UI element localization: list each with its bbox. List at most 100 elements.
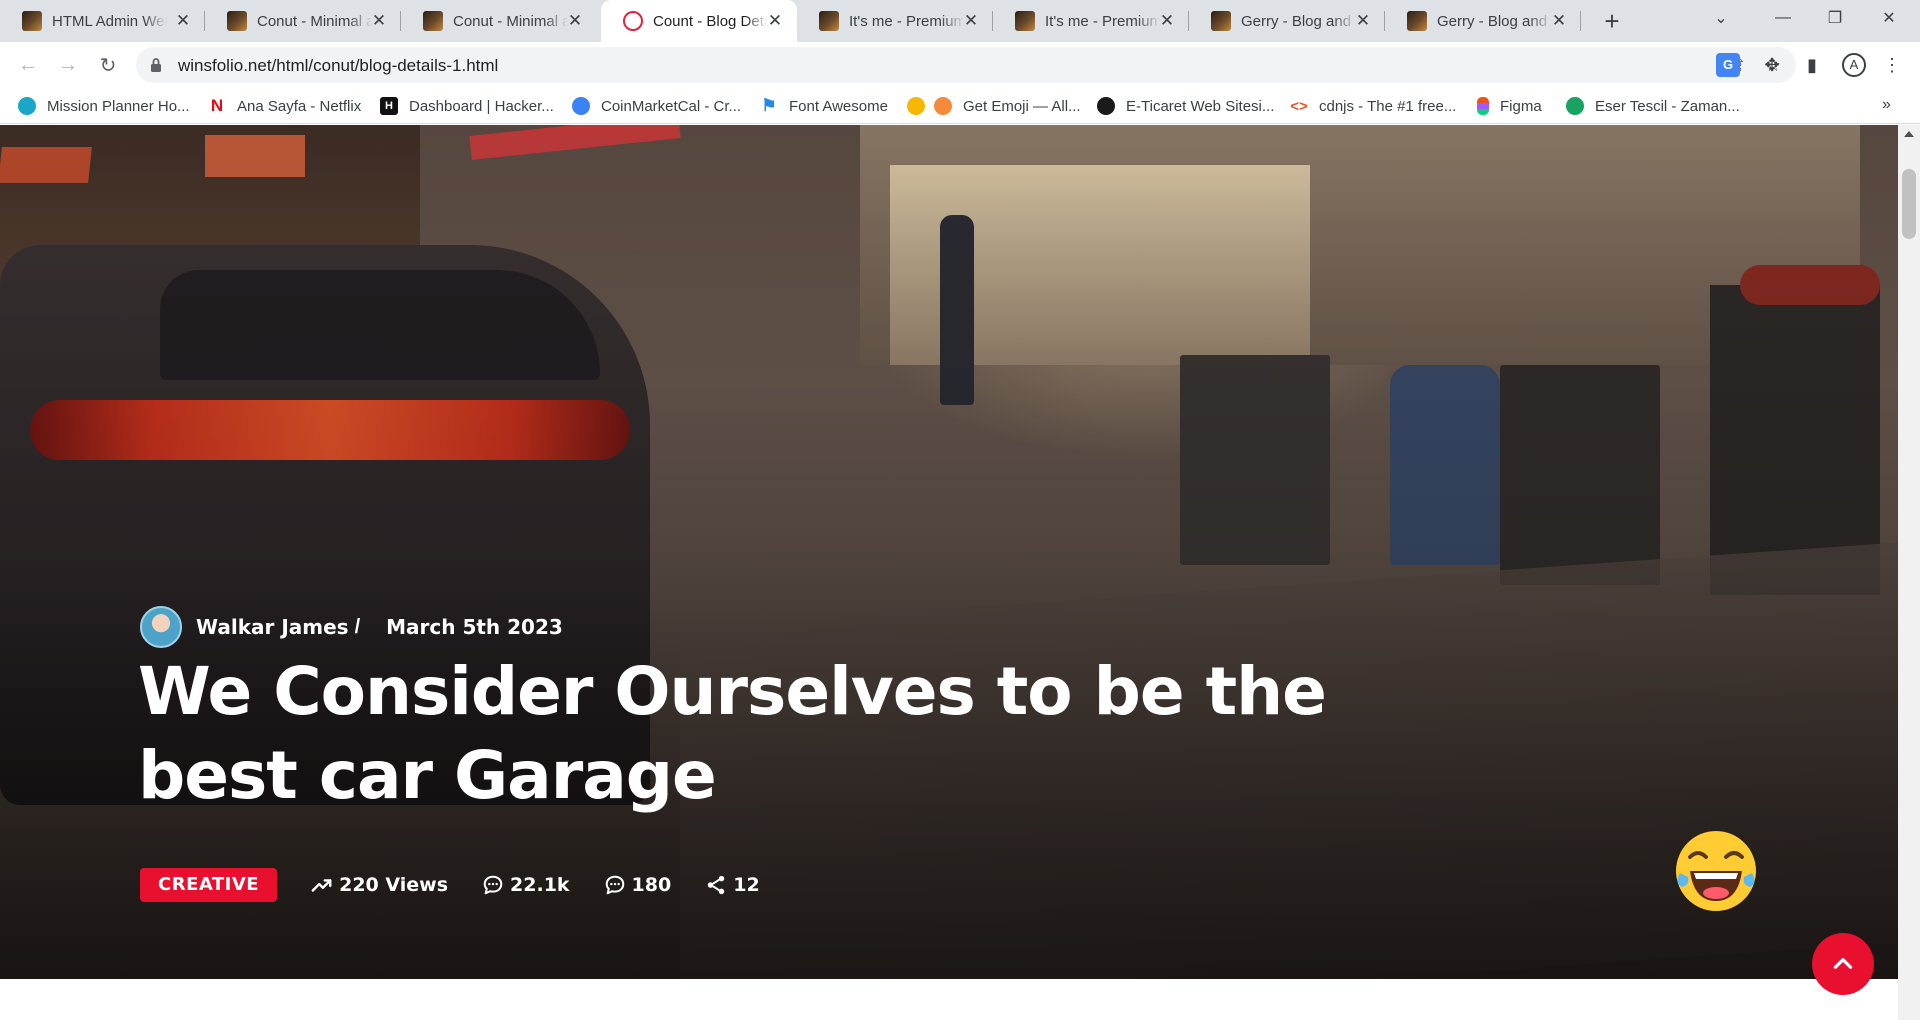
side-panel-icon[interactable]: ▮ bbox=[1800, 53, 1824, 77]
bookmark-label: Dashboard | Hacker... bbox=[409, 97, 554, 115]
comment-icon bbox=[605, 875, 624, 895]
menu-kebab-icon[interactable]: ⋮ bbox=[1880, 53, 1904, 77]
emoji-icon bbox=[934, 97, 952, 115]
reload-icon[interactable]: ↻ bbox=[92, 49, 124, 81]
code-icon: <> bbox=[1290, 97, 1308, 115]
tab-2[interactable]: Conut - Minimal and ✕ bbox=[401, 0, 597, 42]
close-icon[interactable]: ✕ bbox=[1353, 11, 1373, 31]
tab-5[interactable]: It's me - Premium ✕ bbox=[993, 0, 1189, 42]
bookmark-label: E-Ticaret Web Sitesi... bbox=[1126, 97, 1275, 115]
lock-icon[interactable] bbox=[150, 57, 162, 73]
back-icon[interactable]: ← bbox=[12, 49, 44, 81]
post-author-meta: Walkar James / March 5th 2023 bbox=[140, 606, 563, 648]
bookmarks-bar: Mission Planner Ho... N Ana Sayfa - Netf… bbox=[0, 88, 1920, 124]
tab-title: Conut - Minimal and bbox=[453, 12, 568, 30]
author-avatar[interactable] bbox=[140, 606, 182, 648]
views-stat: 220 Views bbox=[311, 874, 448, 896]
tab-title: Count - Blog Details bbox=[653, 12, 768, 30]
category-tag[interactable]: CREATIVE bbox=[140, 868, 278, 902]
forward-icon[interactable]: → bbox=[52, 49, 84, 81]
share-icon bbox=[707, 875, 725, 895]
tab-search-icon[interactable]: ⌄ bbox=[1690, 0, 1752, 36]
close-icon[interactable]: ✕ bbox=[565, 11, 585, 31]
author-separator: / bbox=[354, 615, 361, 638]
tab-6[interactable]: Gerry - Blog and P ✕ bbox=[1189, 0, 1385, 42]
shares-stat[interactable]: 12 bbox=[705, 874, 760, 896]
bookmark-hackerrank[interactable]: H Dashboard | Hacker... bbox=[380, 96, 554, 116]
scrollbar-thumb[interactable] bbox=[1902, 169, 1916, 239]
tab-favicon bbox=[1407, 11, 1427, 31]
bookmark-label: Ana Sayfa - Netflix bbox=[237, 97, 362, 115]
laughing-emoji-icon[interactable] bbox=[1672, 827, 1760, 915]
comments-stat[interactable]: 22.1k bbox=[482, 874, 570, 896]
page-viewport: Walkar James / March 5th 2023 We Conside… bbox=[0, 125, 1920, 1020]
bookmark-mission-planner[interactable]: Mission Planner Ho... bbox=[18, 96, 190, 116]
tab-title: It's me - Premium bbox=[1045, 12, 1160, 30]
hackerrank-icon: H bbox=[380, 97, 398, 115]
browser-toolbar: ← → ↻ winsfolio.net/html/conut/blog-deta… bbox=[0, 42, 1920, 88]
figma-icon bbox=[1477, 97, 1489, 115]
tab-strip: HTML Admin Website ✕ Conut - Minimal and… bbox=[0, 0, 1920, 42]
coinmarketcal-icon bbox=[572, 97, 590, 115]
emoji-icon bbox=[907, 97, 925, 115]
post-title: We Consider Ourselves to be the best car… bbox=[138, 653, 1327, 814]
new-tab-button[interactable]: + bbox=[1597, 6, 1627, 36]
tab-3-active[interactable]: Count - Blog Details ✕ bbox=[601, 0, 797, 42]
tab-title: It's me - Premium bbox=[849, 12, 964, 30]
scroll-to-top-button[interactable] bbox=[1812, 933, 1874, 995]
netflix-icon: N bbox=[210, 96, 224, 115]
tab-favicon bbox=[227, 11, 247, 31]
profile-avatar-icon[interactable]: A bbox=[1842, 53, 1866, 77]
close-icon[interactable]: ✕ bbox=[961, 11, 981, 31]
bookmark-netflix[interactable]: N Ana Sayfa - Netflix bbox=[208, 96, 361, 116]
replies-stat[interactable]: 180 bbox=[604, 874, 672, 896]
eticaret-icon bbox=[1097, 97, 1115, 115]
close-icon[interactable]: ✕ bbox=[765, 11, 785, 31]
tab-separator bbox=[1580, 11, 1581, 31]
bookmark-label: cdnjs - The #1 free... bbox=[1319, 97, 1457, 115]
bookmark-font-awesome[interactable]: ⚑ Font Awesome bbox=[760, 96, 888, 116]
close-icon[interactable]: ✕ bbox=[1549, 11, 1569, 31]
bookmark-coinmarketcal[interactable]: CoinMarketCal - Cr... bbox=[572, 96, 741, 116]
comments-count: 22.1k bbox=[510, 874, 570, 896]
replies-count: 180 bbox=[631, 874, 672, 896]
tab-1[interactable]: Conut - Minimal and ✕ bbox=[205, 0, 401, 42]
tab-favicon bbox=[423, 11, 443, 31]
bookmark-label: Mission Planner Ho... bbox=[47, 97, 190, 115]
url-text[interactable]: winsfolio.net/html/conut/blog-details-1.… bbox=[178, 56, 498, 76]
window-close-icon[interactable]: ✕ bbox=[1858, 0, 1920, 36]
extensions-icon[interactable]: ✥ bbox=[1760, 53, 1784, 77]
post-meta-row: CREATIVE 220 Views 22.1k 180 12 bbox=[140, 868, 760, 902]
close-icon[interactable]: ✕ bbox=[1157, 11, 1177, 31]
tab-favicon bbox=[1015, 11, 1035, 31]
eser-tescil-icon bbox=[1566, 97, 1584, 115]
bookmark-eticaret[interactable]: E-Ticaret Web Sitesi... bbox=[1097, 96, 1274, 116]
bookmarks-overflow-icon[interactable]: » bbox=[1882, 96, 1891, 114]
comment-icon bbox=[483, 875, 503, 895]
bookmark-label: Font Awesome bbox=[789, 97, 888, 115]
bookmark-cdnjs[interactable]: <> cdnjs - The #1 free... bbox=[1290, 96, 1456, 116]
views-count: 220 Views bbox=[339, 874, 449, 896]
author-name[interactable]: Walkar James bbox=[196, 615, 349, 639]
tab-7[interactable]: Gerry - Blog and P ✕ bbox=[1385, 0, 1581, 42]
bookmark-eser-tescil[interactable]: Eser Tescil - Zaman... bbox=[1566, 96, 1740, 116]
tab-title: HTML Admin Website bbox=[52, 12, 167, 30]
close-icon[interactable]: ✕ bbox=[369, 11, 389, 31]
bookmark-get-emoji[interactable]: Get Emoji — All... bbox=[907, 96, 1081, 116]
restore-icon[interactable]: ❐ bbox=[1804, 0, 1866, 36]
translate-icon[interactable]: G bbox=[1716, 53, 1740, 77]
tab-favicon bbox=[819, 11, 839, 31]
bookmark-label: Eser Tescil - Zaman... bbox=[1595, 97, 1740, 115]
tab-favicon bbox=[623, 11, 643, 31]
mission-planner-icon bbox=[18, 97, 36, 115]
scroll-up-arrow-icon[interactable] bbox=[1904, 131, 1914, 137]
tab-favicon bbox=[22, 11, 42, 31]
close-icon[interactable]: ✕ bbox=[173, 11, 193, 31]
tab-4[interactable]: It's me - Premium ✕ bbox=[797, 0, 993, 42]
post-date: March 5th 2023 bbox=[386, 615, 563, 639]
bookmark-figma[interactable]: Figma bbox=[1477, 96, 1542, 116]
address-bar[interactable]: winsfolio.net/html/conut/blog-details-1.… bbox=[136, 47, 1796, 83]
flag-icon: ⚑ bbox=[761, 96, 777, 115]
tab-0[interactable]: HTML Admin Website ✕ bbox=[0, 0, 205, 42]
page-scrollbar[interactable] bbox=[1898, 125, 1920, 1020]
